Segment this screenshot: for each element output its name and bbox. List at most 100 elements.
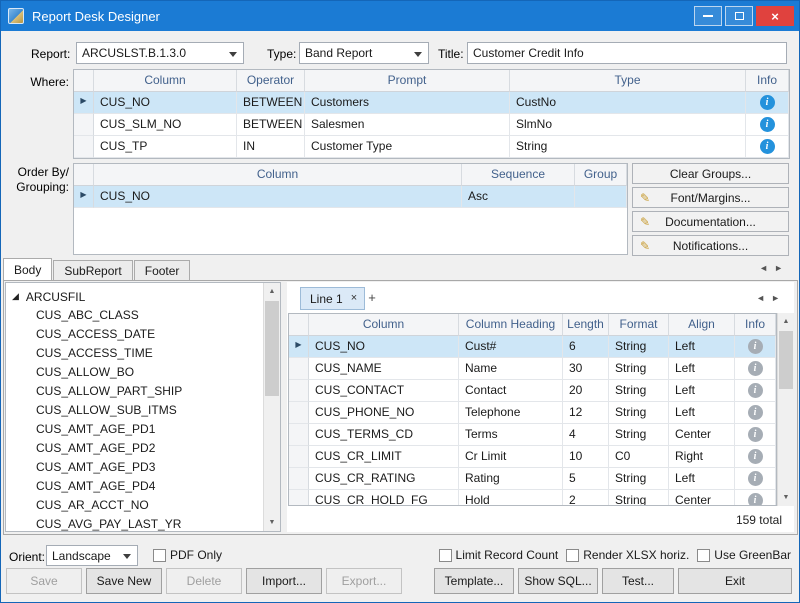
- grid-cell[interactable]: 6: [563, 336, 609, 358]
- info-icon[interactable]: i: [748, 405, 763, 420]
- minimize-button[interactable]: [694, 6, 722, 26]
- grid-cell[interactable]: Hold: [459, 490, 563, 506]
- grid-cell[interactable]: Cust#: [459, 336, 563, 358]
- column-header-align[interactable]: Align: [669, 314, 735, 336]
- info-cell[interactable]: i: [735, 402, 776, 424]
- close-tab-icon[interactable]: ×: [351, 293, 357, 304]
- line-grid-scrollbar[interactable]: ▲ ▼: [777, 313, 794, 506]
- tree-item-cus-amt-age-pd1[interactable]: CUS_AMT_AGE_PD1: [12, 420, 262, 439]
- line-row[interactable]: CUS_PHONE_NOTelephone12StringLefti: [289, 402, 776, 424]
- order-by-row[interactable]: ▶CUS_NOAsc: [74, 186, 627, 208]
- tree-item-cus-allow-bo[interactable]: CUS_ALLOW_BO: [12, 363, 262, 382]
- info-icon[interactable]: i: [748, 361, 763, 376]
- line-row[interactable]: CUS_CONTACTContact20StringLefti: [289, 380, 776, 402]
- grid-cell[interactable]: Rating: [459, 468, 563, 490]
- tab-subreport[interactable]: SubReport: [53, 260, 132, 280]
- grid-cell[interactable]: 4: [563, 424, 609, 446]
- grid-cell[interactable]: C0: [609, 446, 669, 468]
- checkbox-pdf-only[interactable]: PDF Only: [153, 548, 222, 562]
- info-icon[interactable]: i: [760, 117, 775, 132]
- line-row[interactable]: CUS_CR_LIMITCr Limit10C0Righti: [289, 446, 776, 468]
- tree-item-cus-allow-part-ship[interactable]: CUS_ALLOW_PART_SHIP: [12, 382, 262, 401]
- grid-cell[interactable]: CUS_CONTACT: [309, 380, 459, 402]
- grid-cell[interactable]: 20: [563, 380, 609, 402]
- grid-cell[interactable]: String: [609, 380, 669, 402]
- tree-item-cus-access-time[interactable]: CUS_ACCESS_TIME: [12, 344, 262, 363]
- grid-cell[interactable]: Center: [669, 490, 735, 506]
- maximize-button[interactable]: [725, 6, 753, 26]
- info-cell[interactable]: i: [746, 114, 789, 136]
- where-row[interactable]: CUS_TPINCustomer TypeStringi: [74, 136, 789, 158]
- column-header-operator[interactable]: Operator: [237, 70, 305, 92]
- grid-cell[interactable]: String: [609, 358, 669, 380]
- checkbox-limit-record-count[interactable]: Limit Record Count: [439, 548, 559, 562]
- tree-item-cus-abc-class[interactable]: CUS_ABC_CLASS: [12, 306, 262, 325]
- info-icon[interactable]: i: [760, 139, 775, 154]
- font-margins-button[interactable]: ✎Font/Margins...: [632, 187, 789, 208]
- type-combobox[interactable]: Band Report: [299, 42, 429, 64]
- tree-item-cus-allow-sub-itms[interactable]: CUS_ALLOW_SUB_ITMS: [12, 401, 262, 420]
- grid-cell[interactable]: SlmNo: [510, 114, 746, 136]
- import-button[interactable]: Import...: [246, 568, 322, 594]
- info-cell[interactable]: i: [735, 424, 776, 446]
- grid-cell[interactable]: CUS_CR_RATING: [309, 468, 459, 490]
- tab-footer[interactable]: Footer: [134, 260, 191, 280]
- tree-collapse-icon[interactable]: ◢: [12, 291, 19, 302]
- exit-button[interactable]: Exit: [678, 568, 792, 594]
- column-header-length[interactable]: Length: [563, 314, 609, 336]
- report-combobox[interactable]: ARCUSLST.B.1.3.0: [76, 42, 244, 64]
- info-cell[interactable]: i: [735, 358, 776, 380]
- grid-cell[interactable]: CUS_SLM_NO: [94, 114, 237, 136]
- column-header-column[interactable]: Column: [94, 164, 462, 186]
- tree-root-node[interactable]: ◢ ARCUSFIL: [12, 287, 85, 306]
- info-cell[interactable]: i: [735, 336, 776, 358]
- tree-item-cus-avg-pay-last-yr[interactable]: CUS_AVG_PAY_LAST_YR: [12, 515, 262, 531]
- test-button[interactable]: Test...: [602, 568, 674, 594]
- add-line-tab-button[interactable]: +: [363, 290, 381, 308]
- grid-cell[interactable]: CUS_NAME: [309, 358, 459, 380]
- info-icon[interactable]: i: [748, 471, 763, 486]
- tree-scrollbar-thumb[interactable]: [265, 301, 279, 396]
- grid-cell[interactable]: 12: [563, 402, 609, 424]
- close-button[interactable]: ×: [756, 6, 794, 26]
- grid-cell[interactable]: CUS_TP: [94, 136, 237, 158]
- scroll-right-icon[interactable]: ►: [771, 293, 786, 303]
- info-cell[interactable]: i: [735, 380, 776, 402]
- notifications-button[interactable]: ✎Notifications...: [632, 235, 789, 256]
- tree-item-cus-amt-age-pd2[interactable]: CUS_AMT_AGE_PD2: [12, 439, 262, 458]
- info-icon[interactable]: i: [748, 383, 763, 398]
- clear-groups-button[interactable]: Clear Groups...: [632, 163, 789, 184]
- tree-item-cus-ar-acct-no[interactable]: CUS_AR_ACCT_NO: [12, 496, 262, 515]
- column-header-format[interactable]: Format: [609, 314, 669, 336]
- grid-cell[interactable]: 30: [563, 358, 609, 380]
- orient-combobox[interactable]: Landscape: [46, 545, 138, 566]
- column-header-column[interactable]: Column: [309, 314, 459, 336]
- grid-cell[interactable]: CUS_TERMS_CD: [309, 424, 459, 446]
- scroll-up-icon[interactable]: ▲: [778, 313, 794, 330]
- grid-cell[interactable]: Customers: [305, 92, 510, 114]
- grid-cell[interactable]: String: [609, 490, 669, 506]
- grid-cell[interactable]: CUS_NO: [94, 92, 237, 114]
- checkbox-render-xlsx-horiz[interactable]: Render XLSX horiz.: [566, 548, 689, 562]
- info-icon[interactable]: i: [748, 339, 763, 354]
- scroll-up-icon[interactable]: ▲: [264, 283, 280, 300]
- column-header-column[interactable]: Column: [94, 70, 237, 92]
- grid-cell[interactable]: Name: [459, 358, 563, 380]
- checkbox-use-greenbar[interactable]: Use GreenBar: [697, 548, 791, 562]
- grid-cell[interactable]: Telephone: [459, 402, 563, 424]
- line-row[interactable]: CUS_NAMEName30StringLefti: [289, 358, 776, 380]
- line-row[interactable]: CUS_CR_RATINGRating5StringLefti: [289, 468, 776, 490]
- info-cell[interactable]: i: [746, 92, 789, 114]
- grid-cell[interactable]: String: [609, 402, 669, 424]
- title-input[interactable]: Customer Credit Info: [467, 42, 787, 64]
- column-header-column-heading[interactable]: Column Heading: [459, 314, 563, 336]
- line-columns-grid[interactable]: ColumnColumn HeadingLengthFormatAlignInf…: [288, 313, 777, 506]
- grid-cell[interactable]: Center: [669, 424, 735, 446]
- show-sql-button[interactable]: Show SQL...: [518, 568, 598, 594]
- column-header-info[interactable]: Info: [735, 314, 776, 336]
- grid-cell[interactable]: BETWEEN: [237, 92, 305, 114]
- tab-body[interactable]: Body: [3, 258, 52, 280]
- line-row[interactable]: ▶CUS_NOCust#6StringLefti: [289, 336, 776, 358]
- template-button[interactable]: Template...: [434, 568, 514, 594]
- grid-cell[interactable]: CustNo: [510, 92, 746, 114]
